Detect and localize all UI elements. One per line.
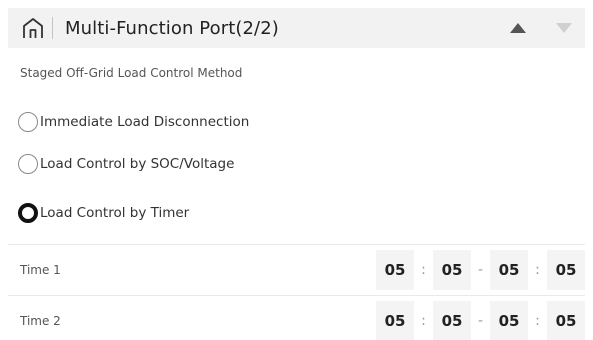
time-label: Time 2 [20,314,61,328]
option-immediate-load-disconnection[interactable]: Immediate Load Disconnection [18,109,249,135]
option-label: Load Control by Timer [40,205,190,221]
home-button[interactable] [14,8,52,48]
divider [8,295,585,296]
option-load-control-by-timer[interactable]: Load Control by Timer [18,200,189,226]
colon-separator: : [535,313,540,329]
time-range: 05 : 05 - 05 : 05 [376,250,585,290]
previous-page-button[interactable] [503,8,533,48]
start-hour-field[interactable]: 05 [376,250,414,290]
time-label: Time 1 [20,263,61,277]
option-label: Immediate Load Disconnection [40,114,250,130]
end-hour-field[interactable]: 05 [490,301,528,340]
next-page-button[interactable] [549,8,579,48]
colon-separator: : [421,313,426,329]
end-minute-field[interactable]: 05 [547,301,585,340]
triangle-down-icon [556,23,572,33]
colon-separator: : [421,262,426,278]
time-row: Time 1 05 : 05 - 05 : 05 [8,250,585,290]
section-label: Staged Off-Grid Load Control Method [20,66,243,80]
header-divider [52,17,53,39]
option-load-control-by-soc-voltage[interactable]: Load Control by SOC/Voltage [18,151,234,177]
divider [8,244,585,245]
time-range: 05 : 05 - 05 : 05 [376,301,585,340]
page-title: Multi-Function Port(2/2) [65,17,279,39]
radio-button-selected[interactable] [18,203,38,223]
dash-separator: - [477,262,484,278]
dash-separator: - [477,313,484,329]
radio-button[interactable] [18,112,38,132]
start-hour-field[interactable]: 05 [376,301,414,340]
option-label: Load Control by SOC/Voltage [40,156,235,172]
start-minute-field[interactable]: 05 [433,250,471,290]
radio-button[interactable] [18,154,38,174]
page-header: Multi-Function Port(2/2) [8,8,585,48]
time-row: Time 2 05 : 05 - 05 : 05 [8,301,585,340]
home-icon [23,18,43,38]
end-minute-field[interactable]: 05 [547,250,585,290]
start-minute-field[interactable]: 05 [433,301,471,340]
page-navigation [487,8,579,48]
colon-separator: : [535,262,540,278]
end-hour-field[interactable]: 05 [490,250,528,290]
triangle-up-icon [510,23,526,33]
